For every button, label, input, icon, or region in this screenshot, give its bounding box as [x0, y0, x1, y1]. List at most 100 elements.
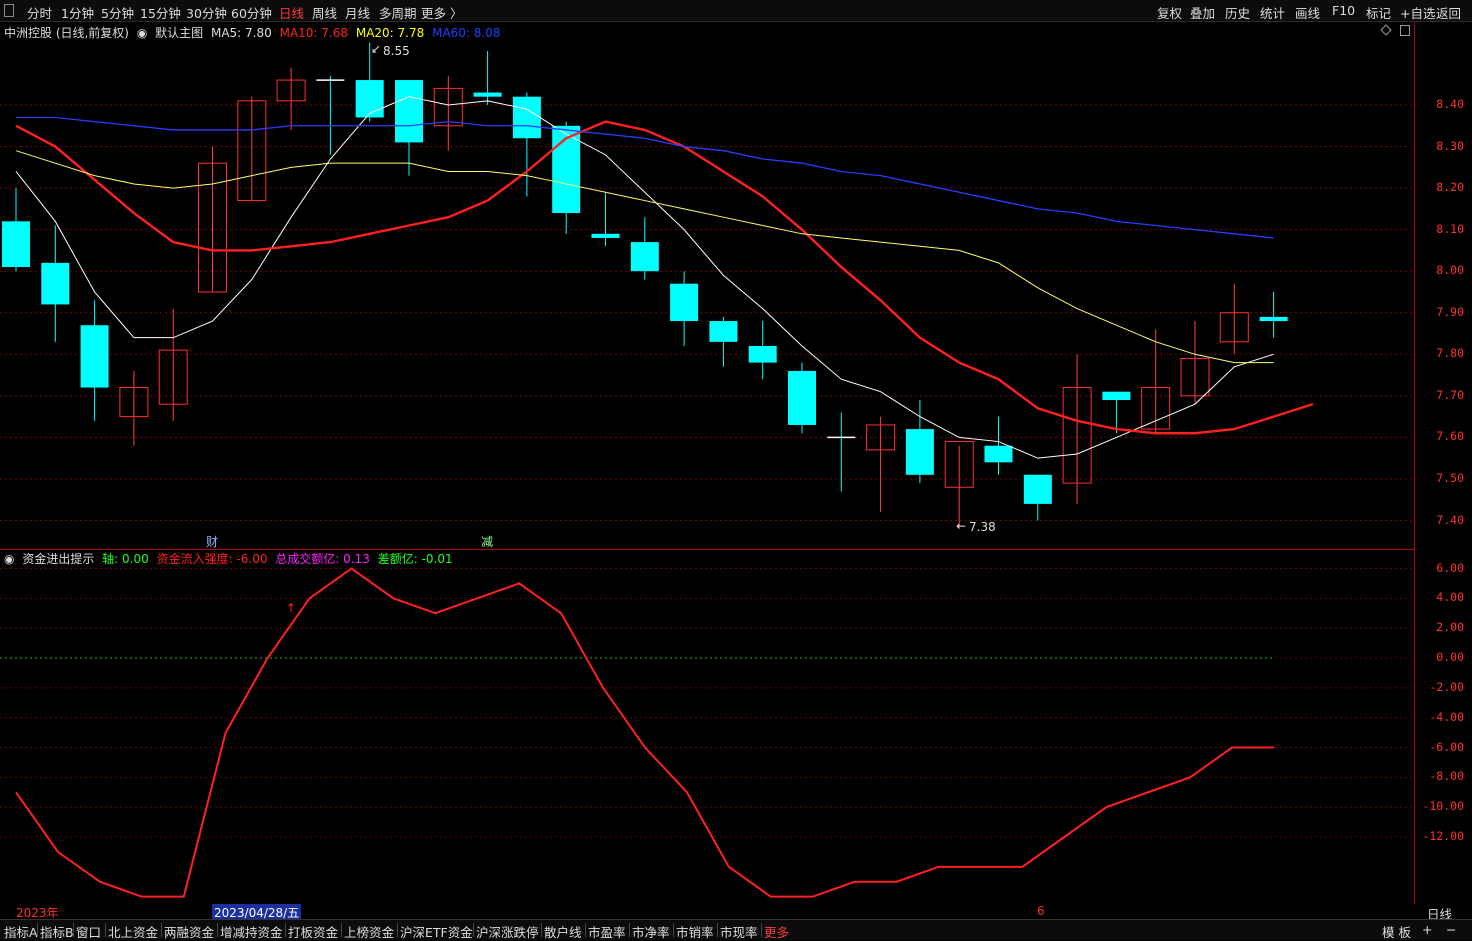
sub-tick-label: 2.00: [1436, 620, 1464, 635]
strength-label: 资金流入强度: -6.00: [156, 552, 268, 566]
tab-divider: [717, 923, 718, 937]
bottom-tab-14[interactable]: 市现率: [720, 922, 758, 941]
sub-tick-label: -2.00: [1429, 679, 1464, 694]
candle-body-down: [395, 80, 423, 143]
bottom-control-1[interactable]: +: [1422, 922, 1432, 937]
high-price-label: 8.55: [383, 44, 410, 58]
candle-body-down: [2, 221, 30, 268]
bottom-tab-13[interactable]: 市销率: [676, 922, 714, 941]
tab-divider: [673, 923, 674, 937]
price-tick-label: 7.50: [1436, 470, 1464, 485]
chart-canvas: ↑: [0, 42, 1414, 898]
bottom-tab-10[interactable]: 散户线: [544, 922, 582, 941]
price-tick-label: 8.30: [1436, 138, 1464, 153]
arrow-icon: ←: [956, 519, 967, 533]
tab-divider: [397, 923, 398, 937]
bottom-tab-8[interactable]: 沪深ETF资金: [400, 922, 473, 941]
bottom-tab-11[interactable]: 市盈率: [588, 922, 626, 941]
panel-toggle-icon[interactable]: [1400, 25, 1410, 36]
diff-label: 差额亿: -0.01: [377, 552, 453, 566]
sub-tick-label: -12.00: [1422, 829, 1464, 843]
tab-divider: [217, 923, 218, 937]
chevron-down-icon[interactable]: ◉: [4, 552, 14, 566]
price-tick-label: 7.40: [1436, 512, 1464, 527]
candle-body-down: [512, 96, 541, 139]
bottom-tab-5[interactable]: 增减持资金: [220, 922, 283, 941]
month-label: 6: [1037, 904, 1045, 918]
price-tick-label: 8.00: [1436, 263, 1464, 278]
candle-body-down: [748, 345, 777, 363]
tab-divider: [585, 923, 586, 937]
low-price-label: 7.38: [969, 520, 996, 534]
price-tick-label: 7.70: [1436, 387, 1464, 402]
candle-body-down: [709, 321, 738, 342]
ma-line-ma10: [15, 120, 1314, 435]
sub-tick-label: -8.00: [1429, 769, 1464, 784]
candle-body-down: [591, 233, 620, 238]
reduce-event-mark[interactable]: 减: [481, 533, 493, 550]
tab-divider: [473, 923, 474, 937]
selected-date: 2023/04/28/五: [212, 904, 302, 920]
ma5-label: MA5: 7.80: [210, 26, 272, 40]
finance-event-mark[interactable]: 财: [206, 533, 218, 550]
sub-indicator-header: ◉ 资金进出提示 轴: 0.00 资金流入强度: -6.00 总成交额亿: 0.…: [4, 550, 457, 567]
arrow-icon: ↙: [371, 42, 382, 56]
candle-body-down: [80, 325, 109, 388]
tab-divider: [105, 923, 106, 937]
price-tick-label: 7.90: [1436, 304, 1464, 319]
bottom-tab-4[interactable]: 两融资金: [164, 922, 214, 941]
sub-indicator-name[interactable]: 资金进出提示: [22, 552, 94, 566]
sub-tick-label: -4.00: [1429, 709, 1464, 724]
bottom-tab-3[interactable]: 北上资金: [108, 922, 158, 941]
candle-body-down: [355, 80, 384, 118]
price-tick-label: 8.40: [1436, 97, 1464, 111]
sub-tick-label: 0.00: [1436, 650, 1464, 664]
price-tick-label: 8.10: [1436, 221, 1464, 236]
volume-label: 总成交额亿: 0.13: [275, 552, 370, 566]
fund-flow-line: [15, 567, 1274, 898]
tab-divider: [629, 923, 630, 937]
sub-tick-label: -6.00: [1429, 739, 1464, 754]
bottom-control-0[interactable]: 模 板: [1382, 922, 1411, 941]
candle-body-down: [41, 262, 70, 305]
candle-body-down: [788, 370, 816, 425]
ma20-label: MA20: 7.78: [355, 26, 425, 40]
ma10-label: MA10: 7.68: [279, 26, 349, 40]
tab-divider: [37, 923, 38, 937]
tab-divider: [285, 923, 286, 937]
tab-divider: [541, 923, 542, 937]
tab-divider: [341, 923, 342, 937]
bottom-tab-2[interactable]: 窗口: [76, 922, 101, 941]
tab-divider: [73, 923, 74, 937]
axis-label: 轴: 0.00: [102, 552, 149, 566]
stock-title[interactable]: 中洲控股 (日线,前复权): [4, 26, 129, 40]
price-tick-label: 8.20: [1436, 180, 1464, 195]
candle-body-down: [1102, 391, 1131, 401]
bottom-tab-7[interactable]: 上榜资金: [344, 922, 394, 941]
candle-body-down: [905, 429, 934, 475]
sub-tick-label: 6.00: [1436, 560, 1464, 575]
bottom-tab-15[interactable]: 更多: [764, 922, 789, 941]
bottom-tab-6[interactable]: 打板资金: [288, 922, 338, 941]
tab-divider: [761, 923, 762, 937]
main-indicator-header: 中洲控股 (日线,前复权) ◉ 默认主图 MA5: 7.80 MA10: 7.6…: [4, 24, 505, 41]
tab-divider: [161, 923, 162, 937]
bottom-tab-0[interactable]: 指标A: [4, 922, 38, 941]
bottom-tab-1[interactable]: 指标B: [40, 922, 74, 941]
candle-body-down: [670, 283, 699, 322]
buy-signal-arrow: ↑: [286, 601, 296, 615]
indicator-tabs-bar: 指标A 指标B 窗口 北上资金 两融资金 增减持资金 打板资金 上榜资金 沪深ETF资金 沪深涨跌…: [0, 919, 1472, 940]
candle-body-down: [1259, 316, 1288, 322]
candle-body-down: [630, 242, 659, 272]
price-tick-label: 7.60: [1436, 429, 1464, 444]
sub-tick-label: -10.00: [1422, 799, 1464, 814]
bottom-tab-9[interactable]: 沪深涨跌停: [476, 922, 539, 941]
bottom-tab-12[interactable]: 市净率: [632, 922, 670, 941]
ma60-label: MA60: 8.08: [432, 26, 501, 40]
template-name[interactable]: 默认主图: [155, 26, 203, 40]
candle-body-down: [1023, 474, 1052, 504]
chevron-down-icon[interactable]: ◉: [137, 26, 147, 40]
bottom-control-2[interactable]: −: [1446, 922, 1456, 937]
price-tick-label: 7.80: [1436, 346, 1464, 361]
sub-tick-label: 4.00: [1436, 590, 1464, 605]
